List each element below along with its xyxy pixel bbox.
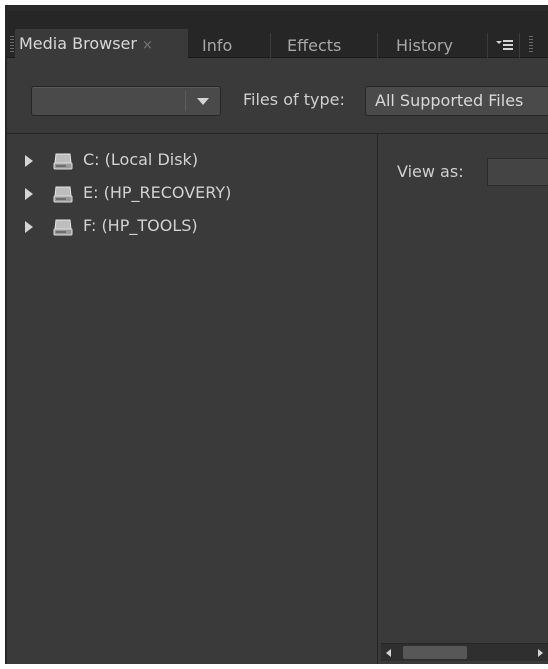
dropdown-divider	[185, 91, 186, 111]
tab-history-label: History	[396, 36, 453, 55]
tab-grip-handle[interactable]	[529, 36, 533, 54]
chevron-down-icon	[197, 98, 209, 105]
tab-effects[interactable]: Effects	[275, 31, 375, 61]
view-as-select[interactable]	[487, 158, 548, 186]
tab-media-browser[interactable]: Media Browser ×	[15, 29, 188, 59]
folder-tree: C: (Local Disk) E: (HP_RECOVERY) F: (HP_…	[7, 134, 377, 664]
expand-arrow-icon[interactable]	[25, 221, 33, 233]
tab-info-label: Info	[202, 36, 233, 55]
location-dropdown[interactable]	[31, 86, 221, 116]
files-of-type-select[interactable]: All Supported Files	[365, 86, 548, 116]
tree-item-e-drive[interactable]: E: (HP_RECOVERY)	[7, 179, 367, 209]
close-icon[interactable]: ×	[142, 38, 153, 53]
panel-menu-icon[interactable]	[493, 34, 515, 56]
drive-icon	[53, 186, 73, 203]
browser-toolbar: Files of type: All Supported Files	[7, 58, 548, 134]
tab-grip-handle[interactable]	[10, 36, 14, 54]
tree-item-label: E: (HP_RECOVERY)	[83, 183, 232, 202]
tab-divider	[519, 33, 520, 59]
tab-divider	[487, 33, 488, 59]
scrollbar-thumb[interactable]	[403, 646, 467, 659]
expand-arrow-icon[interactable]	[25, 155, 33, 167]
drive-icon	[53, 219, 73, 236]
tree-item-label: C: (Local Disk)	[83, 150, 199, 169]
tab-history[interactable]: History	[384, 31, 484, 61]
expand-arrow-icon[interactable]	[25, 188, 33, 200]
tree-item-c-drive[interactable]: C: (Local Disk)	[7, 146, 367, 176]
tab-media-browser-label: Media Browser	[19, 34, 137, 53]
view-as-label: View as:	[397, 162, 464, 181]
tab-effects-label: Effects	[287, 36, 342, 55]
files-of-type-label: Files of type:	[243, 90, 345, 109]
tree-item-f-drive[interactable]: F: (HP_TOOLS)	[7, 212, 367, 242]
tree-item-label: F: (HP_TOOLS)	[83, 216, 198, 235]
horizontal-scrollbar[interactable]	[381, 643, 548, 661]
media-preview-pane: View as:	[378, 134, 548, 664]
drive-icon	[53, 153, 73, 170]
scroll-left-icon[interactable]	[381, 644, 397, 661]
tab-divider	[377, 33, 378, 59]
media-browser-panel: Media Browser × Info Effects History File…	[5, 5, 548, 664]
tab-bar: Media Browser × Info Effects History	[7, 11, 548, 61]
scroll-right-icon[interactable]	[532, 644, 548, 661]
tab-divider	[270, 33, 271, 59]
tab-info[interactable]: Info	[190, 31, 270, 61]
